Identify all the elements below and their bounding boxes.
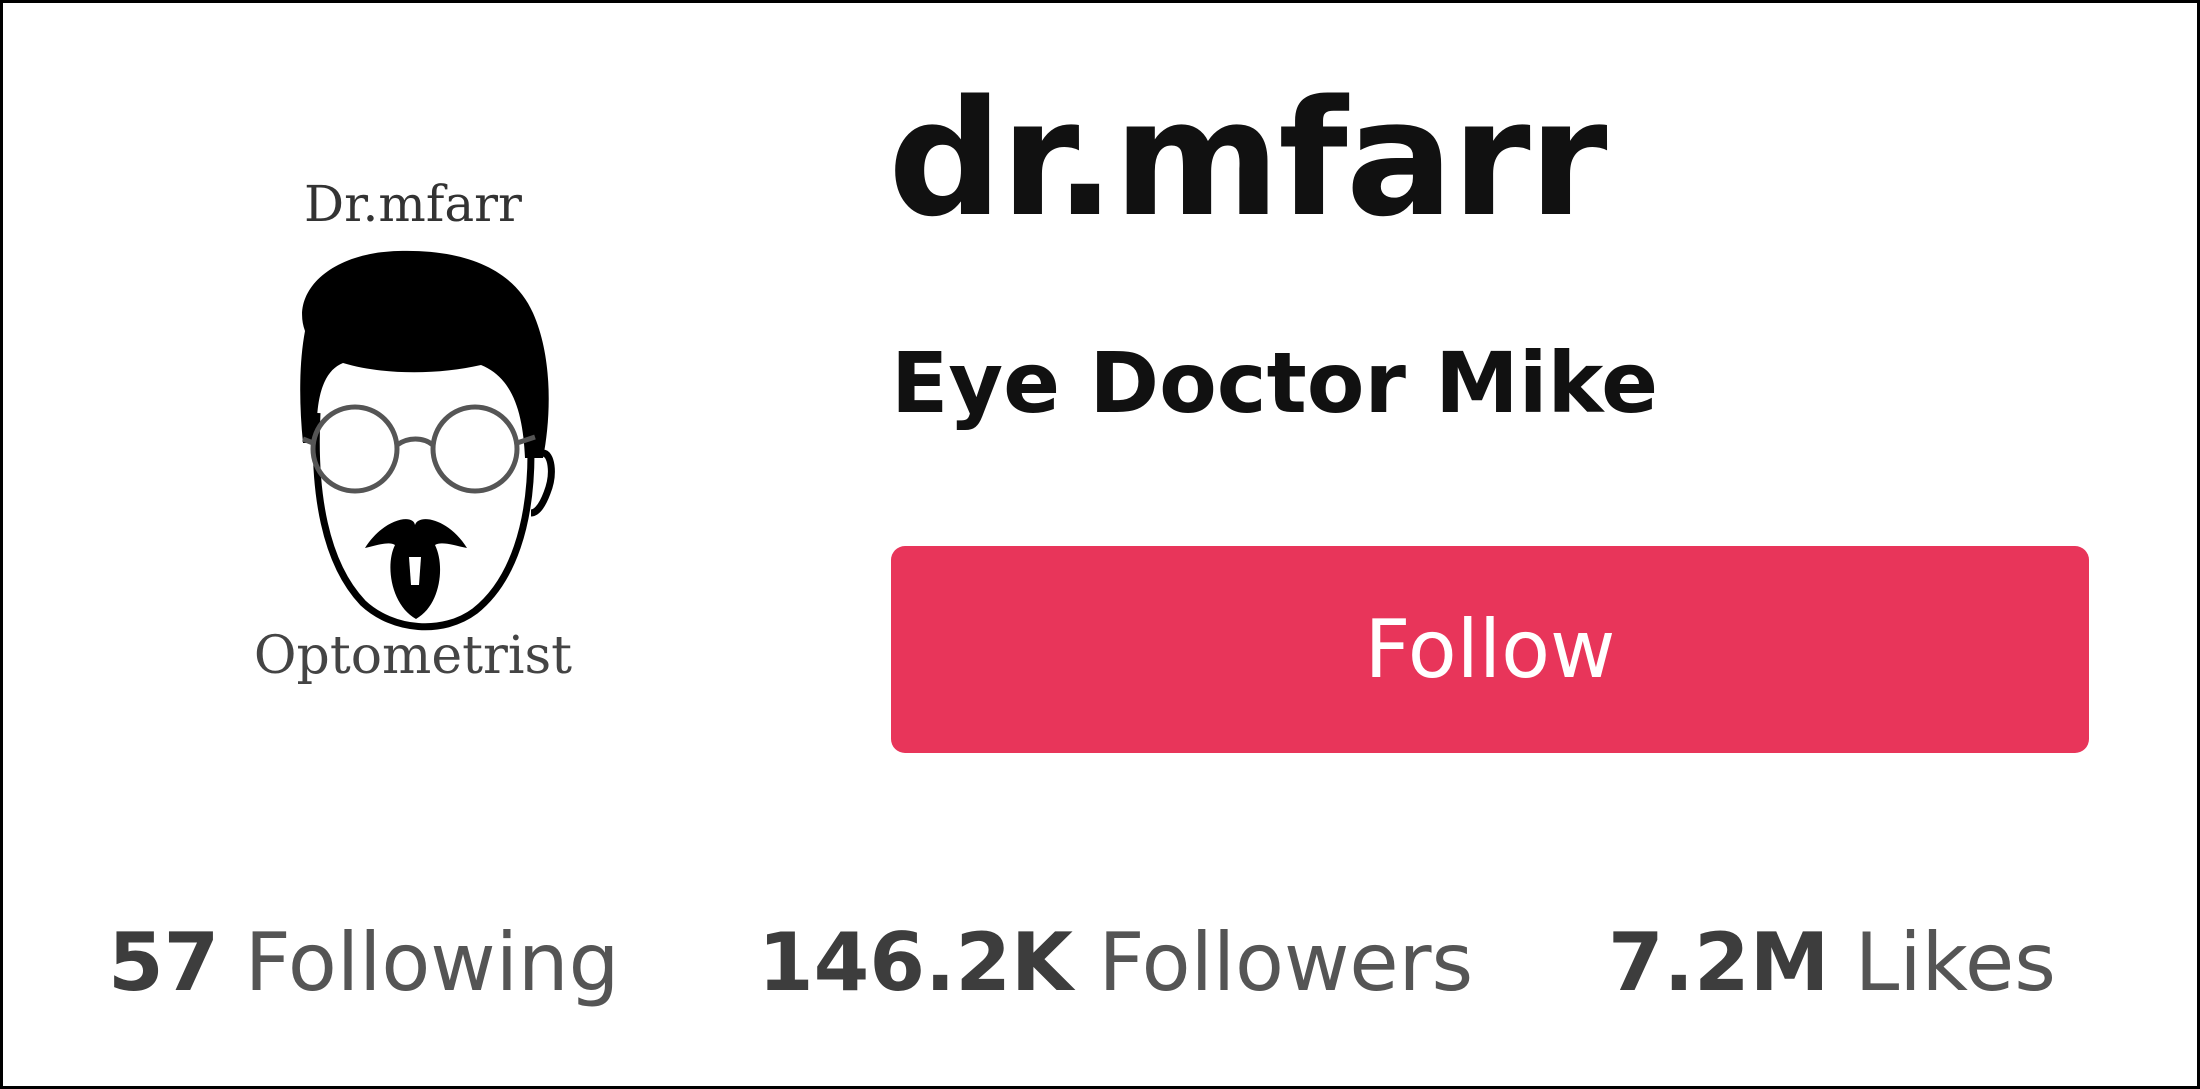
avatar-top-text: Dr.mfarr: [304, 175, 522, 233]
profile-card: Dr.mfarr Optometrist dr.mfarr Eye Doctor…: [0, 0, 2200, 1089]
avatar-logo: Dr.mfarr Optometrist: [254, 175, 572, 686]
glasses-bridge: [395, 436, 435, 448]
likes-label: Likes: [1854, 916, 2056, 1009]
likes-count: 7.2M: [1608, 916, 1830, 1009]
followers-label: Followers: [1098, 916, 1474, 1009]
following-count: 57: [108, 916, 220, 1009]
stat-likes: 7.2M Likes: [1608, 908, 2056, 1018]
display-name: Eye Doctor Mike: [891, 334, 1659, 432]
following-label: Following: [244, 916, 620, 1009]
username: dr.mfarr: [888, 65, 1608, 252]
avatar-bottom-text: Optometrist: [254, 626, 572, 686]
follow-button[interactable]: Follow: [891, 546, 2089, 753]
beard-gap: [409, 557, 421, 585]
stat-following[interactable]: 57 Following: [108, 908, 619, 1018]
glasses-right-lens: [430, 404, 520, 494]
followers-count: 146.2K: [758, 916, 1074, 1009]
avatar[interactable]: Dr.mfarr Optometrist: [213, 153, 633, 693]
stat-followers[interactable]: 146.2K Followers: [758, 908, 1473, 1018]
profile-stats: 57 Following 146.2K Followers 7.2M Likes: [108, 908, 2108, 1018]
glasses-left-lens: [310, 404, 400, 494]
